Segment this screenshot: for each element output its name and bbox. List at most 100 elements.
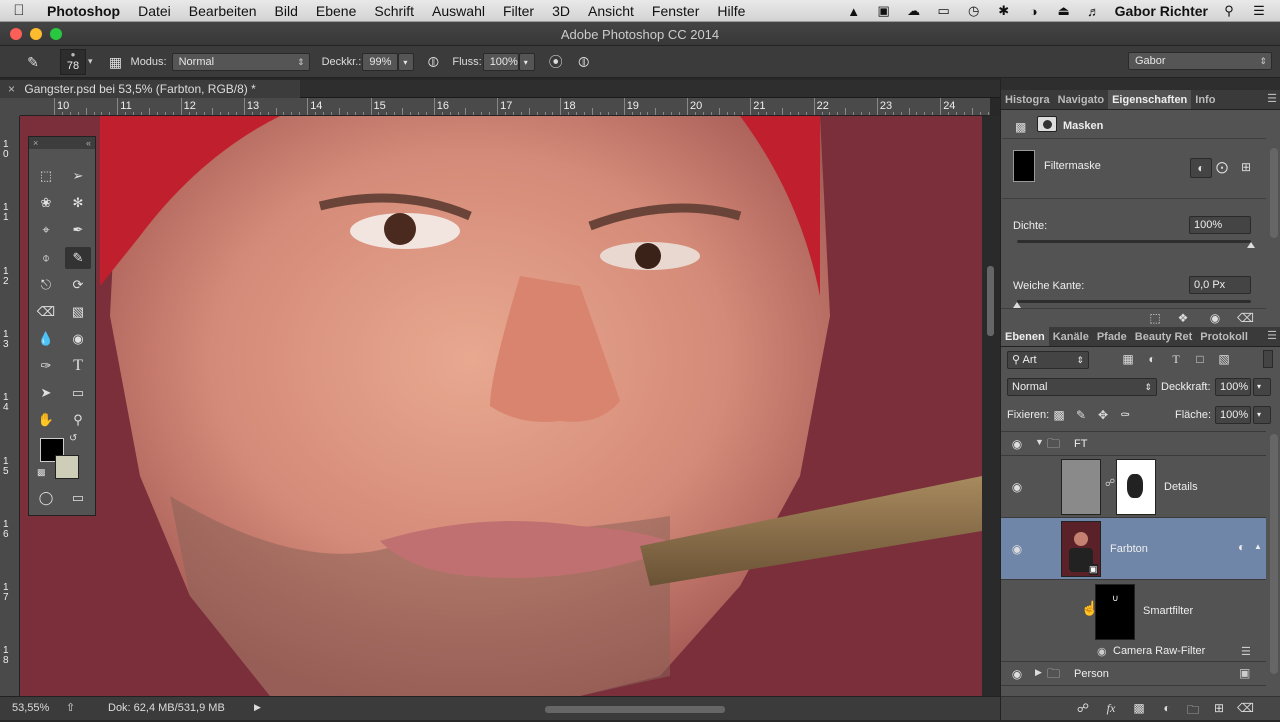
apply-icon[interactable]: ❖ bbox=[1175, 311, 1191, 325]
rectangle-tool-icon[interactable]: ▭ bbox=[65, 382, 91, 404]
hat-icon[interactable]: ▲ bbox=[845, 4, 863, 19]
swap-colors-icon[interactable]: ↺ bbox=[69, 433, 77, 444]
flaeche-dropdown[interactable]: ▾ bbox=[1253, 406, 1271, 424]
default-colors-icon[interactable]: ▩ bbox=[37, 467, 46, 478]
visibility-eye-icon[interactable]: ◉ bbox=[1009, 542, 1025, 556]
lock-all-icon[interactable]: ⚰ bbox=[1117, 408, 1133, 422]
layer-name[interactable]: Camera Raw-Filter bbox=[1113, 645, 1205, 657]
filter-pixel-layer-icon[interactable]: ▦ bbox=[1120, 352, 1136, 366]
tab-ebenen[interactable]: Ebenen bbox=[1001, 327, 1049, 346]
layer-row-camera-raw-filter[interactable]: ◉ Camera Raw-Filter ☰ bbox=[1001, 644, 1266, 662]
pen-tool-icon[interactable]: ✑ bbox=[33, 355, 59, 377]
layer-row-ft[interactable]: ◉ ▼ 🗀 FT bbox=[1001, 432, 1266, 456]
workspace-select[interactable]: Gabor ⇕ bbox=[1128, 52, 1272, 70]
lock-transparency-icon[interactable]: ▩ bbox=[1051, 408, 1067, 422]
lock-position-icon[interactable]: ✥ bbox=[1095, 408, 1111, 422]
notification-list-icon[interactable]: ☰ bbox=[1250, 3, 1268, 19]
layer-row-smartfilter[interactable]: ☝ ∪ Smartfilter bbox=[1001, 580, 1266, 644]
properties-scrollbar[interactable] bbox=[1270, 148, 1278, 238]
menu-3d[interactable]: 3D bbox=[543, 3, 579, 19]
deckkraft-dropdown[interactable]: ▾ bbox=[398, 52, 415, 71]
select-mask-icon[interactable]: ◐ bbox=[1190, 158, 1212, 178]
add-mask-icon[interactable]: ⊞ bbox=[1238, 160, 1254, 174]
tab-histogram[interactable]: Histogra bbox=[1001, 90, 1054, 109]
layer-row-details[interactable]: ◉ ☍ Details bbox=[1001, 456, 1266, 518]
quick-selection-tool-icon[interactable]: ✻ bbox=[65, 192, 91, 214]
dichte-slider-thumb[interactable] bbox=[1247, 242, 1255, 248]
filter-type-layer-icon[interactable]: T bbox=[1168, 352, 1184, 367]
export-icon[interactable]: ⇧ bbox=[66, 701, 75, 714]
horizontal-scroll-thumb[interactable] bbox=[545, 706, 725, 713]
airplay-icon[interactable]: ▭ bbox=[935, 3, 953, 19]
smart-filter-indicator-icon[interactable]: ◐ bbox=[1238, 540, 1245, 554]
pressure-opacity-icon[interactable]: ⦷ bbox=[422, 51, 444, 73]
display-icon[interactable]: ▣ bbox=[875, 3, 893, 19]
vertical-scroll-thumb[interactable] bbox=[987, 266, 994, 336]
type-tool-icon[interactable]: T bbox=[65, 355, 91, 377]
menu-schrift[interactable]: Schrift bbox=[365, 3, 423, 19]
quick-mask-icon[interactable]: ◯ bbox=[33, 487, 59, 509]
filter-shape-layer-icon[interactable]: □ bbox=[1192, 352, 1208, 366]
lasso-tool-icon[interactable]: ❀ bbox=[33, 192, 59, 214]
menu-datei[interactable]: Datei bbox=[129, 3, 180, 19]
layer-name[interactable]: Details bbox=[1164, 481, 1198, 493]
eraser-tool-icon[interactable]: ⌫ bbox=[33, 301, 59, 323]
history-brush-tool-icon[interactable]: ⟳ bbox=[65, 274, 91, 296]
dichte-slider[interactable] bbox=[1017, 240, 1255, 248]
add-layer-mask-icon[interactable]: ▩ bbox=[1131, 701, 1147, 715]
filter-visibility-eye-icon[interactable]: ◉ bbox=[1097, 645, 1107, 658]
delete-mask-icon[interactable]: ⌫ bbox=[1237, 311, 1254, 325]
group-collapse-arrow-icon[interactable]: ▶ bbox=[1035, 667, 1042, 678]
zoom-level[interactable]: 53,55% bbox=[12, 702, 49, 714]
layer-deckkraft-dropdown[interactable]: ▾ bbox=[1253, 378, 1271, 396]
blur-tool-icon[interactable]: 💧 bbox=[33, 328, 59, 350]
tab-navigator[interactable]: Navigato bbox=[1054, 90, 1108, 109]
brush-size-dropdown-icon[interactable]: ▾ bbox=[88, 56, 93, 67]
brush-tool-preset-icon[interactable]: ✎ bbox=[22, 51, 44, 73]
filter-toggle-switch[interactable] bbox=[1263, 350, 1273, 368]
menu-fenster[interactable]: Fenster bbox=[643, 3, 708, 19]
apple-menu-icon[interactable]:  bbox=[0, 2, 38, 19]
fluss-input[interactable]: 100% bbox=[482, 52, 519, 71]
crop-tool-icon[interactable]: ⌖ bbox=[33, 219, 59, 241]
tab-pfade[interactable]: Pfade bbox=[1093, 327, 1131, 346]
modus-select[interactable]: Normal ⇕ bbox=[171, 52, 310, 71]
brush-size-picker[interactable]: ● 78 bbox=[60, 48, 86, 75]
collapse-panel-icon[interactable]: « bbox=[86, 137, 91, 149]
eject-icon[interactable]: ⏏ bbox=[1055, 3, 1073, 19]
visibility-eye-icon[interactable]: ◉ bbox=[1009, 480, 1025, 494]
menu-auswahl[interactable]: Auswahl bbox=[423, 3, 494, 19]
menu-bild[interactable]: Bild bbox=[266, 3, 307, 19]
menu-app[interactable]: Photoshop bbox=[38, 3, 129, 19]
zoom-tool-icon[interactable]: ⚲ bbox=[65, 409, 91, 431]
layer-filter-kind-select[interactable]: ⚲ Art ⇕ bbox=[1007, 351, 1089, 369]
new-group-icon[interactable]: 🗀 bbox=[1185, 701, 1201, 722]
document-canvas[interactable] bbox=[20, 116, 982, 696]
vertical-scrollbar[interactable] bbox=[982, 116, 1000, 696]
menu-filter[interactable]: Filter bbox=[494, 3, 543, 19]
weiche-kante-input[interactable]: 0,0 Px bbox=[1189, 276, 1251, 294]
layer-blend-mode-select[interactable]: Normal ⇕ bbox=[1007, 378, 1157, 396]
move-tool-icon[interactable]: ➢ bbox=[65, 165, 91, 187]
weiche-kante-slider[interactable] bbox=[1013, 300, 1251, 308]
wifi-icon[interactable]: ◑ bbox=[1025, 4, 1043, 19]
dodge-tool-icon[interactable]: ◉ bbox=[65, 328, 91, 350]
time-machine-icon[interactable]: ◷ bbox=[965, 3, 983, 19]
pressure-size-icon[interactable]: ⦷ bbox=[573, 51, 595, 73]
cloud-icon[interactable]: ☁ bbox=[905, 3, 923, 19]
close-document-icon[interactable]: × bbox=[8, 82, 15, 96]
layer-name[interactable]: Farbton bbox=[1110, 543, 1148, 555]
menu-ansicht[interactable]: Ansicht bbox=[579, 3, 643, 19]
tab-eigenschaften[interactable]: Eigenschaften bbox=[1108, 90, 1192, 109]
toggle-visibility-icon[interactable]: ◉ bbox=[1207, 311, 1223, 325]
layer-name[interactable]: Smartfilter bbox=[1143, 605, 1193, 617]
flaeche-input[interactable]: 100% bbox=[1215, 406, 1251, 424]
dock-header[interactable] bbox=[1001, 78, 1280, 90]
clone-stamp-tool-icon[interactable]: ⎋ bbox=[33, 274, 59, 296]
close-panel-icon[interactable]: × bbox=[33, 138, 38, 148]
layer-name[interactable]: FT bbox=[1074, 438, 1087, 450]
lock-image-pixels-icon[interactable]: ✎ bbox=[1073, 408, 1089, 422]
layer-row-farbton-selected[interactable]: ◉ ▣ Farbton ◐ ▲ bbox=[1001, 518, 1266, 580]
tab-kanaele[interactable]: Kanäle bbox=[1049, 327, 1093, 346]
marquee-tool-icon[interactable]: ⬚ bbox=[33, 165, 59, 187]
